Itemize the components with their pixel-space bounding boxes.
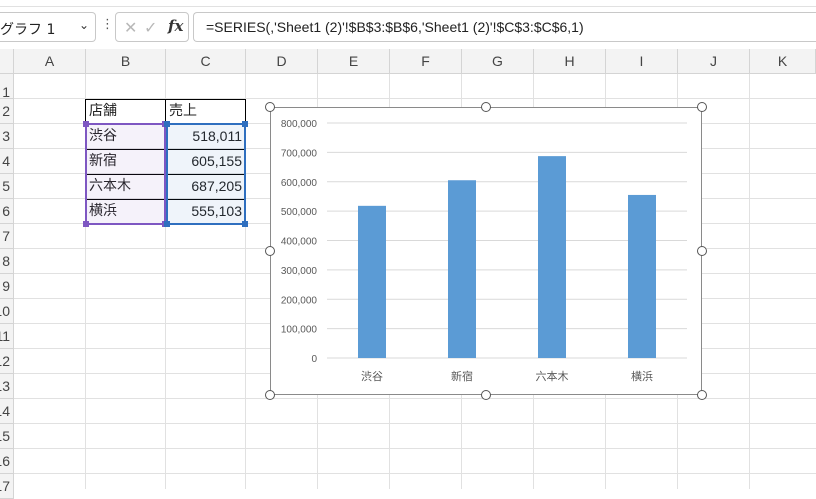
insert-function-button[interactable]: fx bbox=[168, 17, 183, 35]
cell-sales[interactable]: 687,205 bbox=[166, 174, 245, 199]
gridline bbox=[749, 74, 750, 489]
row-header-14[interactable]: 14 bbox=[0, 399, 14, 424]
row-header-7[interactable]: 7 bbox=[0, 224, 14, 249]
range-resize-handle[interactable] bbox=[164, 221, 170, 227]
select-all-corner[interactable] bbox=[0, 49, 14, 74]
row-header-9[interactable]: 9 bbox=[0, 274, 14, 299]
formula-input[interactable]: =SERIES(,'Sheet1 (2)'!$B$3:$B$6,'Sheet1 … bbox=[193, 12, 816, 42]
name-box[interactable]: グラフ 1 ⌄ bbox=[0, 12, 96, 42]
row-header-11[interactable]: 11 bbox=[0, 324, 14, 349]
cell-store[interactable]: 渋谷 bbox=[86, 124, 165, 149]
name-box-value: グラフ 1 bbox=[0, 22, 56, 38]
row-header-1[interactable]: 1 bbox=[0, 74, 14, 99]
gridline bbox=[14, 423, 816, 424]
formula-text: =SERIES(,'Sheet1 (2)'!$B$3:$B$6,'Sheet1 … bbox=[206, 19, 584, 35]
column-header-c[interactable]: C bbox=[166, 49, 246, 74]
header-sales[interactable]: 売上 bbox=[166, 99, 245, 124]
chart-resize-handle[interactable] bbox=[265, 246, 275, 256]
column-header-b[interactable]: B bbox=[86, 49, 166, 74]
more-options-icon[interactable]: ⋮ bbox=[101, 17, 114, 32]
y-tick-label: 300,000 bbox=[281, 266, 318, 277]
row-header-2[interactable]: 2 bbox=[0, 99, 14, 124]
cell-store[interactable]: 横浜 bbox=[86, 199, 165, 224]
check-icon[interactable]: ✓ bbox=[144, 18, 157, 37]
cell-store[interactable]: 新宿 bbox=[86, 149, 165, 174]
x-tick-label: 渋谷 bbox=[361, 370, 383, 383]
chevron-down-icon[interactable]: ⌄ bbox=[79, 18, 89, 32]
row-header-15[interactable]: 15 bbox=[0, 424, 14, 449]
chart-resize-handle[interactable] bbox=[265, 390, 275, 400]
row-header-3[interactable]: 3 bbox=[0, 124, 14, 149]
y-tick-label: 800,000 bbox=[281, 119, 318, 130]
column-header-d[interactable]: D bbox=[246, 49, 318, 74]
range-resize-handle[interactable] bbox=[83, 221, 89, 227]
header-store[interactable]: 店舗 bbox=[86, 99, 165, 124]
chart-resize-handle[interactable] bbox=[697, 390, 707, 400]
row-header-16[interactable]: 16 bbox=[0, 449, 14, 474]
column-header-k[interactable]: K bbox=[750, 49, 816, 74]
bar[interactable] bbox=[448, 180, 476, 358]
row-header-13[interactable]: 13 bbox=[0, 374, 14, 399]
y-tick-label: 100,000 bbox=[281, 325, 318, 336]
range-resize-handle[interactable] bbox=[242, 121, 248, 127]
y-tick-label: 400,000 bbox=[281, 237, 318, 248]
y-tick-label: 0 bbox=[311, 354, 317, 365]
column-header-e[interactable]: E bbox=[318, 49, 390, 74]
x-tick-label: 横浜 bbox=[631, 369, 653, 383]
chart-resize-handle[interactable] bbox=[265, 102, 275, 112]
cell-sales[interactable]: 555,103 bbox=[166, 199, 245, 224]
y-tick-label: 600,000 bbox=[281, 178, 318, 189]
bar[interactable] bbox=[628, 194, 656, 358]
column-header-a[interactable]: A bbox=[14, 49, 86, 74]
formula-bar-area: グラフ 1 ⌄ ⋮ ✕ ✓ fx =SERIES(,'Sheet1 (2)'!$… bbox=[0, 0, 816, 44]
row-header-17[interactable]: 17 bbox=[0, 474, 14, 499]
gridline bbox=[14, 398, 816, 399]
gridline bbox=[14, 473, 816, 474]
ribbon-edge bbox=[0, 0, 816, 7]
range-resize-handle[interactable] bbox=[242, 221, 248, 227]
chart-resize-handle[interactable] bbox=[481, 390, 491, 400]
close-icon[interactable]: ✕ bbox=[124, 18, 137, 37]
column-header-j[interactable]: J bbox=[678, 49, 750, 74]
y-tick-label: 200,000 bbox=[281, 295, 318, 306]
bar[interactable] bbox=[358, 205, 386, 358]
gridline bbox=[14, 448, 816, 449]
y-tick-label: 500,000 bbox=[281, 207, 318, 218]
cell-sales[interactable]: 518,011 bbox=[166, 124, 245, 149]
range-resize-handle[interactable] bbox=[164, 121, 170, 127]
column-header-h[interactable]: H bbox=[534, 49, 606, 74]
column-header-g[interactable]: G bbox=[462, 49, 534, 74]
row-header-10[interactable]: 10 bbox=[0, 299, 14, 324]
column-header-f[interactable]: F bbox=[390, 49, 462, 74]
y-tick-label: 700,000 bbox=[281, 148, 318, 159]
chart-resize-handle[interactable] bbox=[697, 246, 707, 256]
cell-store[interactable]: 六本木 bbox=[86, 174, 165, 199]
x-tick-label: 六本木 bbox=[536, 369, 569, 383]
range-resize-handle[interactable] bbox=[83, 121, 89, 127]
row-header-5[interactable]: 5 bbox=[0, 174, 14, 199]
cell-sales[interactable]: 605,155 bbox=[166, 149, 245, 174]
row-header-6[interactable]: 6 bbox=[0, 199, 14, 224]
row-header-4[interactable]: 4 bbox=[0, 149, 14, 174]
bar-chart[interactable]: 0 100,000 200,000 300,000 400,000 500,000 600,… bbox=[270, 107, 702, 395]
column-header-i[interactable]: I bbox=[606, 49, 678, 74]
bar[interactable] bbox=[538, 156, 566, 358]
chart-resize-handle[interactable] bbox=[481, 102, 491, 112]
chart-resize-handle[interactable] bbox=[697, 102, 707, 112]
row-header-12[interactable]: 12 bbox=[0, 349, 14, 374]
chart-plot: 0 100,000 200,000 300,000 400,000 500,000 600,… bbox=[281, 119, 687, 383]
x-tick-label: 新宿 bbox=[451, 369, 473, 383]
formula-buttons: ✕ ✓ fx bbox=[115, 12, 189, 42]
row-header-8[interactable]: 8 bbox=[0, 249, 14, 274]
